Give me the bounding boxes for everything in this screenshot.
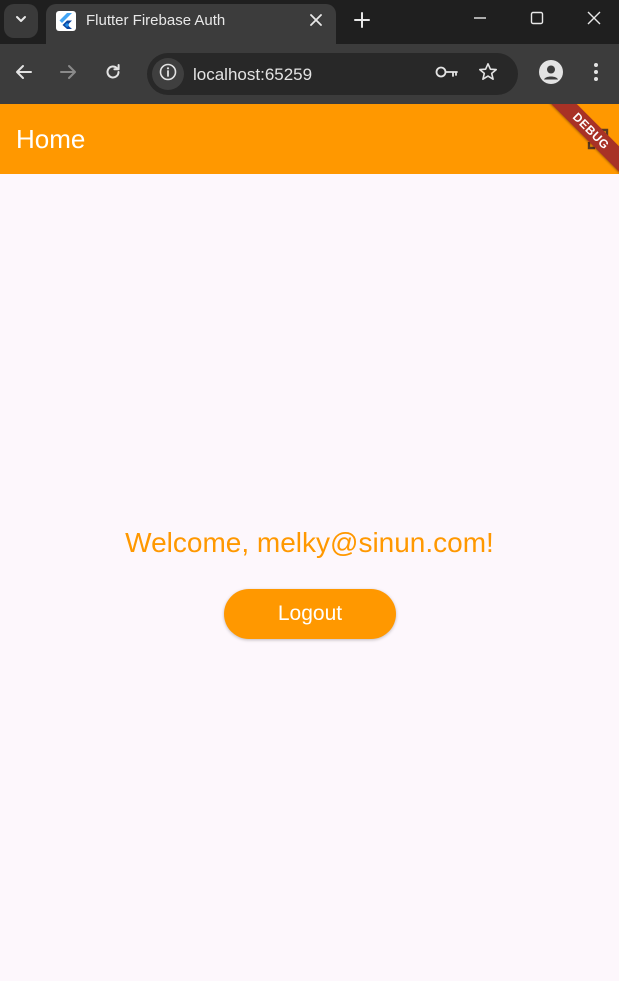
browser-tab-active[interactable]: Flutter Firebase Auth: [46, 4, 336, 44]
address-bar[interactable]: localhost:65259: [147, 53, 518, 95]
profile-button[interactable]: [535, 58, 567, 90]
forward-button[interactable]: [52, 58, 84, 90]
tab-search-button[interactable]: [4, 4, 38, 38]
arrow-left-icon: [15, 63, 33, 86]
browser-menu-button[interactable]: [580, 58, 612, 90]
close-icon: [587, 11, 601, 30]
logout-button[interactable]: Logout: [224, 589, 396, 639]
arrow-right-icon: [59, 63, 77, 86]
debug-banner: DEBUG: [535, 104, 619, 174]
browser-tab-strip: Flutter Firebase Auth: [0, 0, 619, 44]
back-button[interactable]: [8, 58, 40, 90]
minimize-icon: [473, 11, 487, 30]
kebab-menu-icon: [593, 62, 599, 87]
welcome-message: Welcome, melky@sinun.com!: [125, 527, 494, 558]
tab-title: Flutter Firebase Auth: [86, 12, 226, 29]
app-body: Welcome, melky@sinun.com! Logout: [0, 174, 619, 981]
page-title: Home: [16, 124, 86, 154]
flutter-logo-icon: [56, 11, 76, 31]
chevron-down-icon: [14, 12, 28, 31]
passwords-button[interactable]: [433, 60, 461, 88]
new-tab-button[interactable]: [348, 8, 376, 36]
window-close-button[interactable]: [574, 4, 614, 36]
bookmark-button[interactable]: [474, 60, 502, 88]
maximize-button[interactable]: [517, 4, 557, 36]
key-icon: [435, 65, 459, 84]
app-bar: Home DEBUG: [0, 104, 619, 174]
reload-icon: [104, 63, 122, 86]
browser-toolbar: localhost:65259: [0, 44, 619, 104]
plus-icon: [354, 11, 370, 33]
minimize-button[interactable]: [460, 4, 500, 36]
site-info-button[interactable]: [152, 58, 184, 90]
profile-icon: [539, 59, 563, 89]
reload-button[interactable]: [97, 58, 129, 90]
close-icon: [310, 13, 322, 31]
tab-close-button[interactable]: [304, 10, 328, 34]
info-icon: [159, 63, 177, 86]
maximize-icon: [530, 11, 544, 30]
url-text[interactable]: localhost:65259: [193, 65, 312, 84]
star-icon: [478, 62, 498, 87]
